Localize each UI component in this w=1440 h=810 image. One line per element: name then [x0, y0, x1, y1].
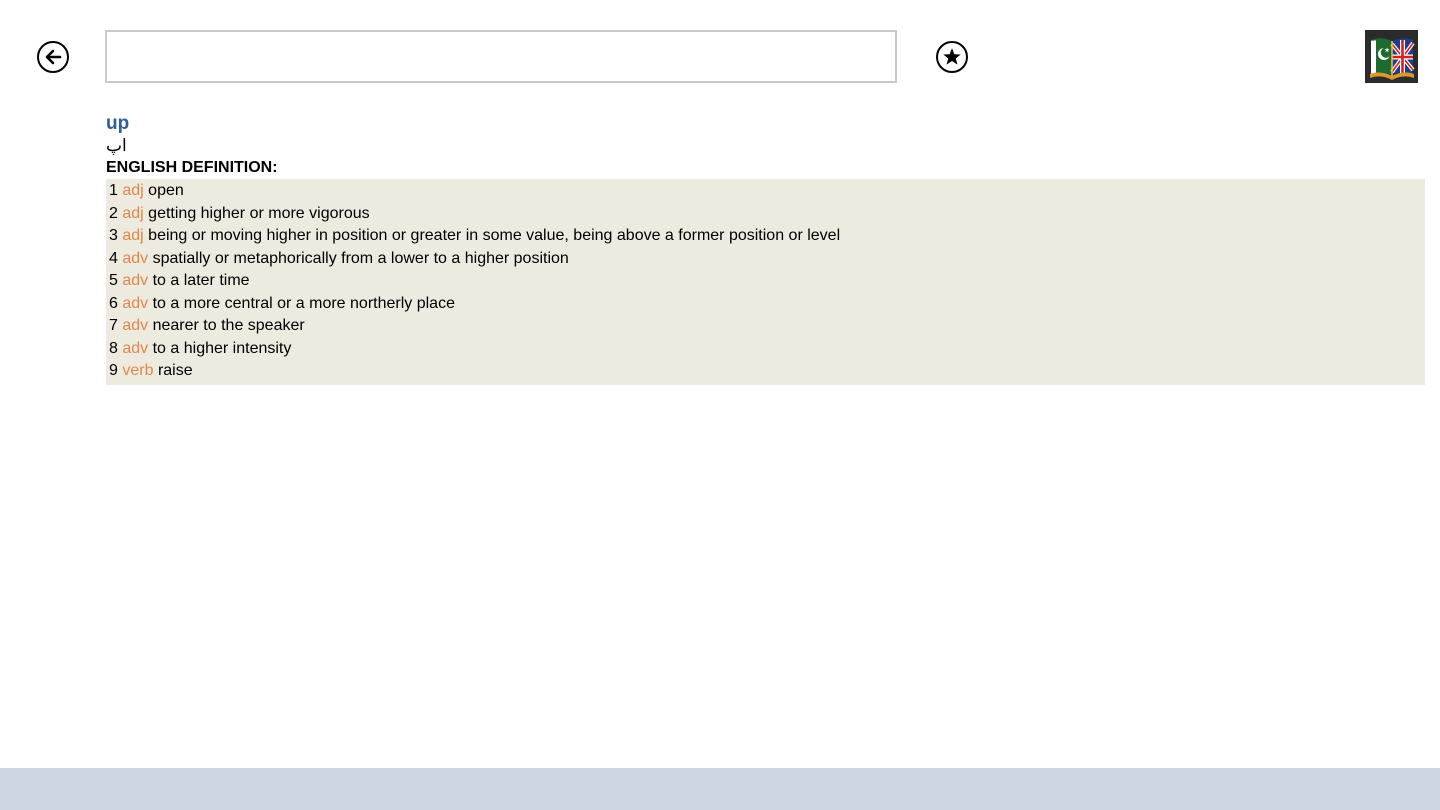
- definition-text: nearer to the speaker: [152, 317, 305, 334]
- definition-row: 5 adv to a later time: [109, 270, 1421, 293]
- back-button[interactable]: [37, 41, 69, 73]
- definition-row: 4 adv spatially or metaphorically from a…: [109, 248, 1421, 271]
- app-logo: [1365, 30, 1418, 83]
- definition-row: 1 adj open: [109, 180, 1421, 203]
- definition-number: 6: [109, 294, 118, 312]
- definition-number: 2: [109, 204, 118, 222]
- definition-text: open: [148, 182, 184, 199]
- search-input[interactable]: [105, 30, 897, 83]
- definition-text: raise: [157, 362, 193, 379]
- definition-number: 1: [109, 182, 118, 199]
- part-of-speech: adv: [122, 339, 149, 357]
- definition-row: 3 adj being or moving higher in position…: [109, 225, 1421, 248]
- definition-list: 1 adj open 2 adj getting higher or more …: [106, 179, 1425, 385]
- definition-number: 7: [109, 317, 118, 334]
- part-of-speech: verb: [122, 362, 154, 379]
- dictionary-app: up اپ ENGLISH DEFINITION: 1 adj open 2 a…: [0, 0, 1440, 810]
- urdu-translation: اپ: [106, 136, 127, 155]
- definition-text: spatially or metaphorically from a lower…: [152, 249, 569, 267]
- definition-number: 3: [109, 227, 118, 244]
- bottom-app-bar[interactable]: [0, 768, 1440, 810]
- part-of-speech: adj: [122, 227, 144, 244]
- definition-text: being or moving higher in position or gr…: [148, 227, 841, 244]
- entry-panel: up اپ ENGLISH DEFINITION: 1 adj open 2 a…: [106, 112, 1425, 385]
- definition-number: 9: [109, 362, 118, 379]
- entry-word: up: [106, 113, 130, 134]
- definition-text: to a more central or a more northerly pl…: [152, 294, 455, 312]
- part-of-speech: adv: [122, 317, 149, 334]
- part-of-speech: adv: [122, 272, 149, 289]
- definition-row: 8 adv to a higher intensity: [109, 338, 1421, 361]
- part-of-speech: adv: [122, 249, 149, 267]
- definition-number: 4: [109, 249, 118, 267]
- definition-row: 2 adj getting higher or more vigorous: [109, 203, 1421, 226]
- favorites-button[interactable]: [936, 41, 968, 73]
- definition-number: 8: [109, 339, 118, 357]
- definition-row: 6 adv to a more central or a more northe…: [109, 293, 1421, 316]
- definition-text: getting higher or more vigorous: [148, 204, 370, 222]
- arrow-left-circle-icon: [45, 49, 62, 65]
- definition-row: 7 adv nearer to the speaker: [109, 315, 1421, 338]
- part-of-speech: adj: [122, 204, 144, 222]
- star-circle-icon: [943, 48, 961, 65]
- urdu-english-book-icon: [1369, 37, 1415, 80]
- part-of-speech: adj: [122, 182, 144, 199]
- part-of-speech: adv: [122, 294, 149, 312]
- definition-row: 9 verb raise: [109, 360, 1421, 383]
- definition-text: to a higher intensity: [152, 339, 292, 357]
- definition-text: to a later time: [152, 272, 250, 289]
- definition-number: 5: [109, 272, 118, 289]
- definition-heading: ENGLISH DEFINITION:: [106, 159, 278, 176]
